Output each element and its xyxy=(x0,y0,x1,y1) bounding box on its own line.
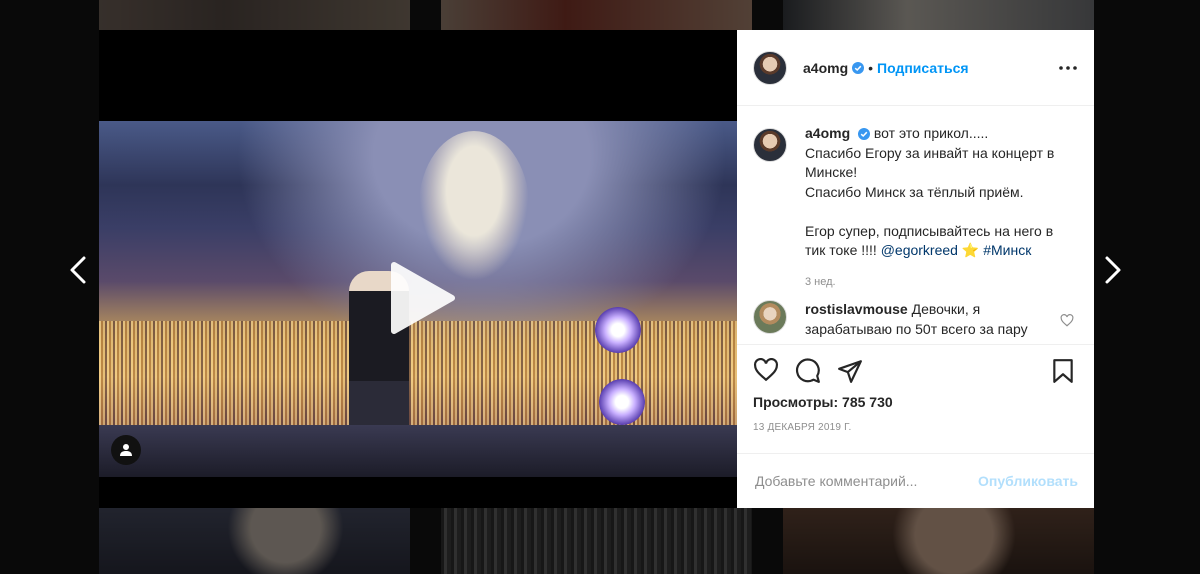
post-author-username[interactable]: a4omg xyxy=(803,60,848,76)
like-button[interactable] xyxy=(753,357,779,384)
caption-line: Спасибо Минск за тёплый приём. xyxy=(805,183,1024,200)
comment-like-heart-icon[interactable] xyxy=(1060,314,1074,327)
separator-dot: • xyxy=(868,59,874,76)
caption-author[interactable]: a4omg xyxy=(805,125,850,141)
comment-icon xyxy=(796,357,820,383)
video-player[interactable] xyxy=(99,121,737,477)
comment-button[interactable] xyxy=(795,357,821,384)
verified-badge-icon xyxy=(852,61,865,74)
caption-line: Спасибо Егору за инвайт на концерт в xyxy=(805,144,1055,161)
follow-button[interactable]: Подписаться xyxy=(877,60,969,76)
next-post-button[interactable] xyxy=(1098,253,1128,287)
add-comment-form: Опубликовать xyxy=(737,453,1094,508)
video-frame-stage xyxy=(99,425,737,477)
post-details-panel: a4omg • Подписаться a4omg вот это прикол… xyxy=(737,30,1094,508)
caption-line: Егор супер, подписывайтесь на него в xyxy=(805,222,1054,239)
user-tag-button[interactable] xyxy=(111,435,141,465)
save-button[interactable] xyxy=(1052,358,1078,384)
play-icon xyxy=(391,262,455,334)
heart-icon xyxy=(754,357,778,381)
avatar[interactable] xyxy=(753,50,787,85)
chevron-left-icon xyxy=(70,256,86,284)
video-frame-stage-light xyxy=(599,379,645,425)
action-bar xyxy=(737,344,1094,396)
bookmark-icon xyxy=(1053,358,1073,383)
avatar[interactable] xyxy=(753,300,787,334)
post-time-ago[interactable]: 3 нед. xyxy=(805,273,1054,293)
video-frame-smoke xyxy=(419,131,529,281)
caption-line: тик токе !!!! xyxy=(805,242,881,258)
comment-author[interactable]: rostislavmouse xyxy=(805,301,908,317)
chevron-right-icon xyxy=(1105,256,1121,284)
post-modal: a4omg • Подписаться a4omg вот это прикол… xyxy=(99,30,1094,508)
view-count[interactable]: Просмотры: 785 730 xyxy=(737,394,1094,410)
previous-post-button[interactable] xyxy=(63,253,93,287)
publish-button[interactable]: Опубликовать xyxy=(978,473,1078,489)
caption-line: Минске! xyxy=(805,164,858,180)
play-button[interactable] xyxy=(388,261,458,335)
comments-list: a4omg вот это прикол..... Спасибо Егору … xyxy=(737,106,1094,344)
more-options-icon[interactable] xyxy=(1058,65,1078,71)
post-caption: a4omg вот это прикол..... Спасибо Егору … xyxy=(753,122,1078,292)
mention-link[interactable]: @egorkreed xyxy=(881,242,958,258)
avatar[interactable] xyxy=(753,128,787,162)
caption-line: вот это прикол..... xyxy=(873,125,989,141)
post-date[interactable]: 13 декабря 2019 г. xyxy=(737,422,1094,433)
post-header: a4omg • Подписаться xyxy=(737,30,1094,106)
user-tag-icon xyxy=(120,444,132,456)
verified-badge-icon xyxy=(858,128,871,141)
caption-line xyxy=(805,202,1054,222)
post-media xyxy=(99,30,737,508)
share-button[interactable] xyxy=(837,358,863,384)
comment-input[interactable] xyxy=(753,472,979,490)
star-emoji: ⭐ xyxy=(961,242,980,258)
comment-item: rostislavmouse Девочки, я зарабатываю по… xyxy=(753,300,1078,339)
share-icon xyxy=(838,359,862,383)
video-frame-stage-light xyxy=(595,307,641,353)
hashtag-link[interactable]: #Минск xyxy=(983,242,1031,258)
